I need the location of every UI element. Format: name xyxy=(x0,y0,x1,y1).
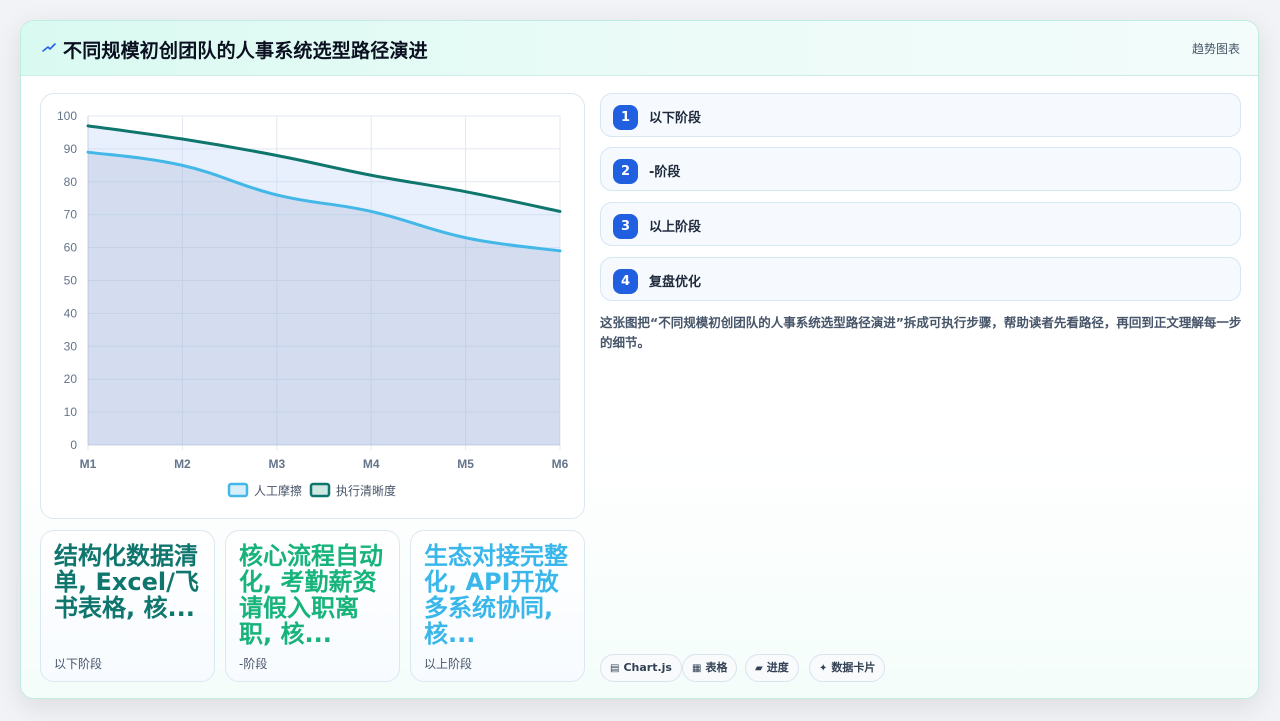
step-number-badge: 4 xyxy=(613,269,638,294)
pill-label: 数据卡片 xyxy=(831,661,876,674)
legend-swatch xyxy=(309,482,331,498)
trend-icon xyxy=(42,43,56,52)
step-item-4[interactable]: 4 复盘优化 xyxy=(600,257,1241,301)
y-tick-label: 10 xyxy=(64,405,78,419)
y-tick-label: 0 xyxy=(70,438,77,452)
step-number-badge: 1 xyxy=(613,105,638,130)
card-header: 不同规模初创团队的人事系统选型路径演进 趋势图表 xyxy=(21,21,1258,76)
chart-icon: ▤ xyxy=(610,663,620,674)
line-chart: 0 10 20 30 40 50 60 70 80 90 100 M1 M2 M3 M4 M5 M6 人工摩擦 执行… xyxy=(57,109,569,498)
sparkle-icon: ✦ xyxy=(819,663,828,674)
page-title: 不同规模初创团队的人事系统选型路径演进 xyxy=(63,40,428,62)
x-tick-label: M1 xyxy=(80,457,97,471)
stat-value: 生态对接完整化, API开放多系统协同, 核... xyxy=(424,543,568,647)
stat-label: -阶段 xyxy=(239,657,268,671)
description-text: 这张图把“不同规模初创团队的人事系统选型路径演进”拆成可执行步骤，帮助读者先看路… xyxy=(600,315,1242,350)
y-tick-label: 80 xyxy=(64,175,78,189)
x-tick-label: M5 xyxy=(457,457,474,471)
x-tick-label: M2 xyxy=(174,457,191,471)
pill-label: 表格 xyxy=(705,661,728,674)
step-label: 以上阶段 xyxy=(649,220,702,235)
y-tick-label: 40 xyxy=(64,306,78,320)
y-tick-label: 90 xyxy=(64,142,78,156)
x-tick-label: M4 xyxy=(363,457,380,471)
legend-label: 执行清晰度 xyxy=(336,483,396,498)
step-item-2[interactable]: 2 -阶段 xyxy=(600,147,1241,191)
stat-card-1: 结构化数据清单, Excel/飞书表格, 核... 以下阶段 xyxy=(40,530,215,682)
y-tick-label: 50 xyxy=(64,274,78,288)
stat-value: 核心流程自动化, 考勤薪资请假入职离职, 核... xyxy=(239,543,383,647)
step-number-badge: 2 xyxy=(613,159,638,184)
step-item-1[interactable]: 1 以下阶段 xyxy=(600,93,1241,137)
tag-progress[interactable]: ▰ 进度 xyxy=(745,654,799,682)
step-label: 复盘优化 xyxy=(649,275,702,290)
stat-label: 以下阶段 xyxy=(54,657,103,671)
tag-table[interactable]: ▦ 表格 xyxy=(682,654,738,682)
stat-card-2: 核心流程自动化, 考勤薪资请假入职离职, 核... -阶段 xyxy=(225,530,400,682)
legend-swatch xyxy=(227,482,249,498)
x-tick-label: M6 xyxy=(552,457,569,471)
tag-chartjs[interactable]: ▤ Chart.js xyxy=(600,654,682,682)
y-tick-label: 20 xyxy=(64,372,78,386)
line-chart-panel: 0 10 20 30 40 50 60 70 80 90 100 M1 M2 M3 M4 M5 M6 人工摩擦 执行… xyxy=(40,93,585,519)
pill-label: Chart.js xyxy=(623,661,672,674)
legend-label: 人工摩擦 xyxy=(254,483,302,498)
pill-label: 进度 xyxy=(766,661,789,674)
step-label: -阶段 xyxy=(649,165,681,180)
step-label: 以下阶段 xyxy=(649,111,702,126)
table-icon: ▦ xyxy=(692,663,702,674)
progress-icon: ▰ xyxy=(755,663,763,674)
y-tick-label: 100 xyxy=(57,109,77,123)
step-number-badge: 3 xyxy=(613,214,638,239)
chart-type-tag: 趋势图表 xyxy=(1191,42,1240,56)
stat-card-3: 生态对接完整化, API开放多系统协同, 核... 以上阶段 xyxy=(410,530,585,682)
stat-label: 以上阶段 xyxy=(424,657,473,671)
tag-data-card[interactable]: ✦ 数据卡片 xyxy=(809,654,886,682)
y-tick-label: 60 xyxy=(64,241,78,255)
y-tick-label: 30 xyxy=(64,339,78,353)
step-item-3[interactable]: 3 以上阶段 xyxy=(600,202,1241,246)
x-tick-label: M3 xyxy=(268,457,285,471)
stat-value: 结构化数据清单, Excel/飞书表格, 核... xyxy=(54,543,199,622)
y-tick-label: 70 xyxy=(64,208,78,222)
main-card: 不同规模初创团队的人事系统选型路径演进 趋势图表 0 10 20 30 40 50 60 70… xyxy=(20,20,1259,699)
